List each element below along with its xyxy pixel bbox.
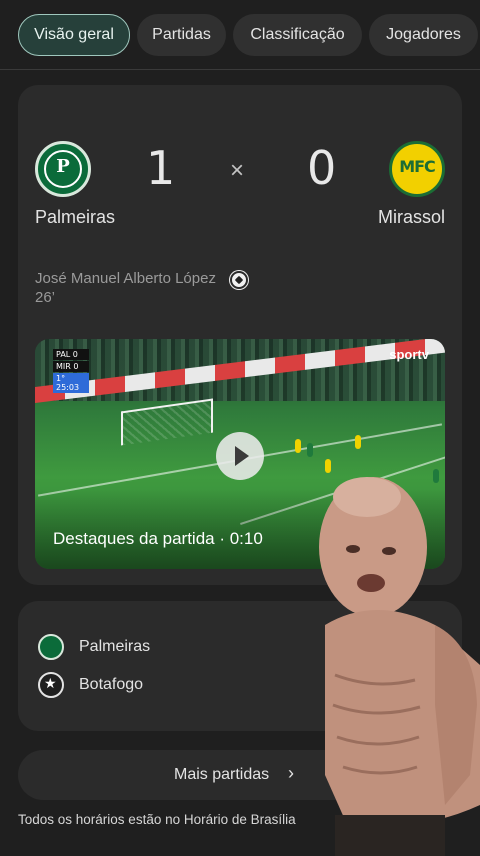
palmeiras-crest-icon: P [35,141,91,197]
timezone-footnote: Todos os horários estão no Horário de Br… [18,812,296,827]
home-score: 1 [146,141,176,195]
more-matches-label: Mais partidas [174,766,270,783]
mirassol-crest-icon: MFC [389,141,445,197]
tab-matches[interactable]: Partidas [137,14,226,56]
away-score: 0 [307,141,337,195]
soccer-ball-icon [230,271,248,289]
video-caption: Destaques da partida · 0:10 [53,529,263,548]
tab-bar: Visão geral Partidas Classificação Jogad… [0,0,480,70]
home-team-name: Palmeiras [35,207,116,227]
goal-scorer: José Manuel Alberto López 26’ [35,270,216,306]
chevron-right-icon: › [288,763,294,783]
tab-standings[interactable]: Classificação [233,14,362,56]
play-icon[interactable] [216,432,264,480]
player [295,439,301,453]
player [325,459,331,473]
overlay-person-image [319,477,480,856]
player [307,443,313,457]
tab-overview[interactable]: Visão geral [18,14,130,56]
score-separator: × [230,157,245,184]
broadcaster-logo: sportv [389,347,429,362]
team-row-label: Botafogo [79,676,144,693]
botafogo-crest-icon [38,672,64,698]
goal-net [121,398,213,446]
tab-players[interactable]: Jogadores [369,14,478,56]
player [355,435,361,449]
team-row-label: Palmeiras [79,638,151,655]
away-team-name: Mirassol [377,207,445,227]
scorebug: PAL 0 MIR 0 1° 25:03 [53,349,89,394]
palmeiras-crest-icon [38,634,64,660]
